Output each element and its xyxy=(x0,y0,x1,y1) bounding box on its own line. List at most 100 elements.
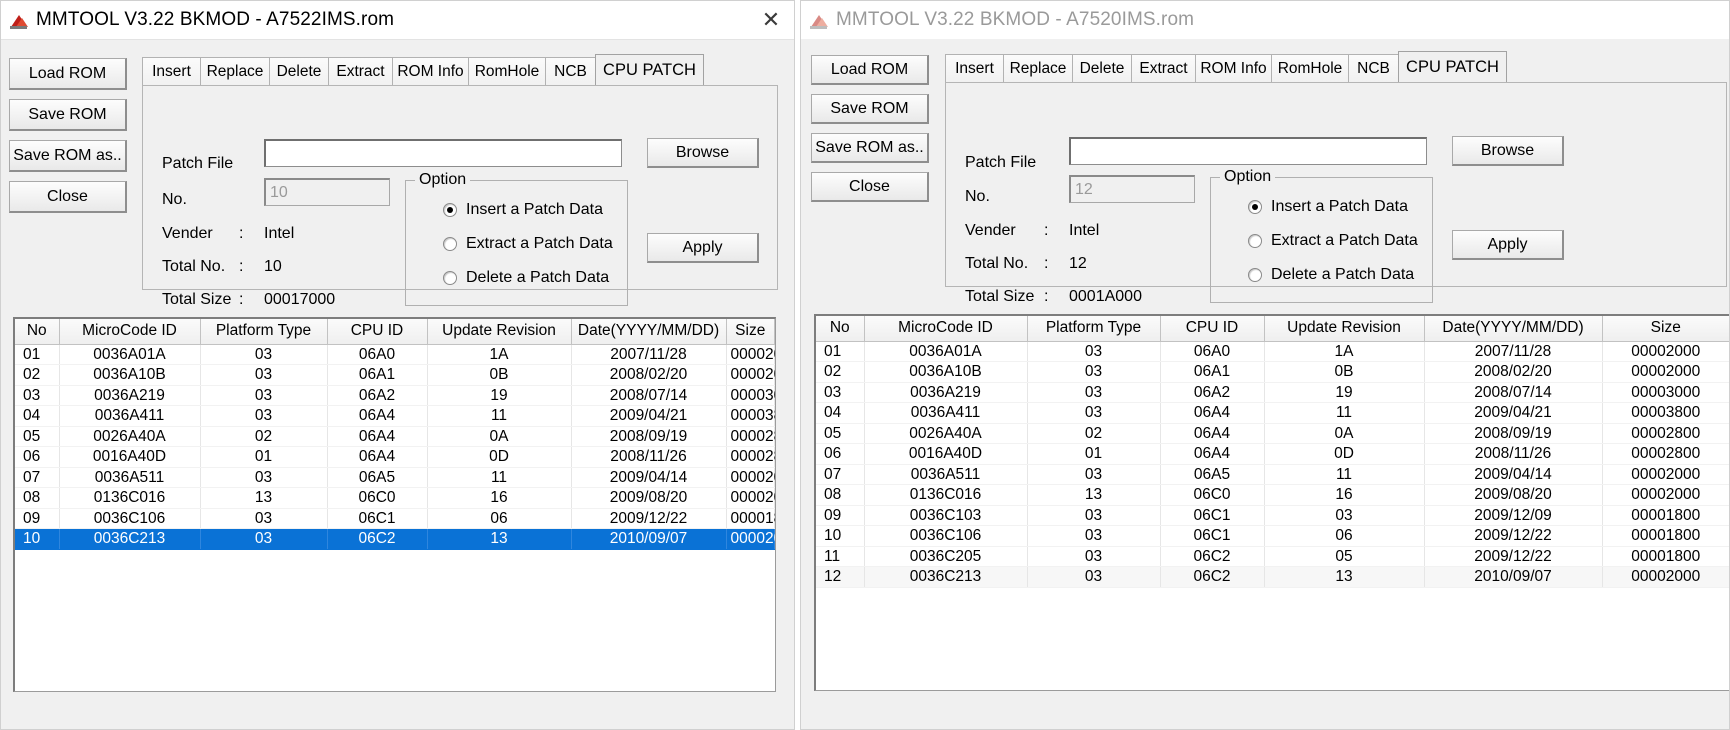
table-row[interactable]: 020036A10B0306A10B2008/02/2000002000 xyxy=(15,364,775,386)
patch-file-input-right[interactable] xyxy=(1069,137,1427,165)
tab-extract-right[interactable]: Extract xyxy=(1131,54,1196,82)
radio-insert-patch-data[interactable]: Insert a Patch Data xyxy=(443,201,603,219)
cell-platform-type: 03 xyxy=(1027,546,1161,567)
table-row[interactable]: 050026A40A0206A40A2008/09/1900002800 xyxy=(15,426,775,447)
table-row[interactable]: 010036A01A0306A01A2007/11/2800002000 xyxy=(15,344,775,365)
save-rom-button[interactable]: Save ROM xyxy=(9,99,127,131)
column-header-microcode-id[interactable]: MicroCode ID xyxy=(864,316,1028,342)
tab-cpu-patch-right[interactable]: CPU PATCH xyxy=(1398,51,1507,82)
cell-size: 00002800 xyxy=(726,426,775,447)
apply-button[interactable]: Apply xyxy=(647,233,759,263)
column-header-size[interactable]: Size xyxy=(1602,316,1729,342)
client-area-right: Load ROM Save ROM Save ROM as.. Close In… xyxy=(801,39,1729,729)
table-row[interactable]: 080136C0161306C0162009/08/2000002000 xyxy=(816,484,1729,506)
table-row[interactable]: 040036A4110306A4112009/04/2100003800 xyxy=(15,405,775,427)
cell-size: 00001800 xyxy=(1602,505,1729,526)
table-row[interactable]: 030036A2190306A2192008/07/1400003000 xyxy=(15,385,775,406)
cell-update-revision: 0B xyxy=(1264,361,1425,383)
microcode-table-right[interactable]: No MicroCode ID Platform Type CPU ID Update … xyxy=(814,314,1729,691)
cell-microcode-id: 0036C213 xyxy=(59,528,201,550)
column-header-platform-type[interactable]: Platform Type xyxy=(200,319,328,345)
table-row[interactable]: 030036A2190306A2192008/07/1400003000 xyxy=(816,382,1729,403)
table-row[interactable]: 09 0036C103 03 06C1 03 2009/12/09 00001800 xyxy=(816,505,1729,526)
browse-button[interactable]: Browse xyxy=(647,138,759,168)
cell-platform-type: 02 xyxy=(1027,423,1161,444)
cell-date-yyyy-mm-dd: 2009/08/20 xyxy=(571,487,727,509)
table-row[interactable]: 060016A40D0106A40D2008/11/2600002800 xyxy=(15,446,775,468)
column-header-no[interactable]: No xyxy=(15,319,60,345)
save-rom-as-button[interactable]: Save ROM as.. xyxy=(9,140,127,172)
browse-button-right[interactable]: Browse xyxy=(1452,136,1564,166)
tab-insert-right[interactable]: Insert xyxy=(945,54,1004,82)
tab-replace[interactable]: Replace xyxy=(200,57,270,85)
radio-insert-patch-data-right[interactable]: Insert a Patch Data xyxy=(1248,198,1408,216)
table-row[interactable]: 10 0036C106 03 06C1 06 2009/12/22 00001800 xyxy=(816,525,1729,547)
tab-ncb[interactable]: NCB xyxy=(545,57,596,85)
table-row[interactable]: 060016A40D0106A40D2008/11/2600002800 xyxy=(816,443,1729,465)
tab-insert[interactable]: Insert xyxy=(142,57,201,85)
no-input-right[interactable] xyxy=(1069,175,1195,203)
vender-label-right: Vender xyxy=(965,222,1016,239)
total-size-label: Total Size xyxy=(162,291,232,308)
cell-platform-type: 03 xyxy=(1027,464,1161,485)
tab-replace-right[interactable]: Replace xyxy=(1003,54,1073,82)
table-row[interactable]: 050026A40A0206A40A2008/09/1900002800 xyxy=(816,423,1729,444)
cell-size: 00002000 xyxy=(1602,566,1729,588)
radio-extract-patch-data-right[interactable]: Extract a Patch Data xyxy=(1248,232,1418,250)
table-row[interactable]: 020036A10B0306A10B2008/02/2000002000 xyxy=(816,361,1729,383)
load-rom-button-right[interactable]: Load ROM xyxy=(811,55,929,85)
table-row[interactable]: 11 0036C205 03 06C2 05 2009/12/22 00001800 xyxy=(816,546,1729,567)
table-row[interactable]: 100036C2130306C2132010/09/0700002000 xyxy=(15,528,775,550)
table-row[interactable]: 080136C0161306C0162009/08/2000002000 xyxy=(15,487,775,509)
table-row[interactable]: 040036A4110306A4112009/04/2100003800 xyxy=(816,402,1729,424)
close-icon[interactable]: ✕ xyxy=(748,1,794,39)
cell-date-yyyy-mm-dd: 2010/09/07 xyxy=(1424,566,1603,588)
total-size-value: 00017000 xyxy=(264,291,336,308)
column-header-size[interactable]: Size xyxy=(726,319,775,345)
tab-romhole[interactable]: RomHole xyxy=(468,57,546,85)
microcode-table-left[interactable]: No MicroCode ID Platform Type CPU ID Update … xyxy=(13,317,776,692)
patch-file-input[interactable] xyxy=(264,139,622,167)
radio-extract-patch-data[interactable]: Extract a Patch Data xyxy=(443,235,613,253)
column-header-date-yyyy-mm-dd[interactable]: Date(YYYY/MM/DD) xyxy=(571,319,727,345)
load-rom-button[interactable]: Load ROM xyxy=(9,58,127,90)
close-button-right[interactable]: Close xyxy=(811,172,929,202)
no-input[interactable] xyxy=(264,178,390,206)
cell-date-yyyy-mm-dd: 2008/11/26 xyxy=(1424,443,1603,465)
cell-update-revision: 03 xyxy=(1264,505,1425,526)
column-header-cpu-id[interactable]: CPU ID xyxy=(327,319,428,345)
tab-cpu-patch[interactable]: CPU PATCH xyxy=(595,54,704,85)
column-header-platform-type[interactable]: Platform Type xyxy=(1027,316,1161,342)
option-group-right: Option Insert a Patch Data Extract a Pat… xyxy=(1210,168,1433,303)
table-row[interactable]: 070036A5110306A5112009/04/1400002000 xyxy=(15,467,775,488)
radio-delete-patch-data-right[interactable]: Delete a Patch Data xyxy=(1248,266,1414,284)
tab-extract[interactable]: Extract xyxy=(328,57,393,85)
table-row[interactable]: 070036A5110306A5112009/04/1400002000 xyxy=(816,464,1729,485)
table-row[interactable]: 12 0036C213 03 06C2 13 2010/09/07 00002000 xyxy=(816,566,1729,588)
tab-rom-info-right[interactable]: ROM Info xyxy=(1195,54,1272,82)
column-header-date-yyyy-mm-dd[interactable]: Date(YYYY/MM/DD) xyxy=(1424,316,1603,342)
tab-delete[interactable]: Delete xyxy=(269,57,329,85)
column-header-cpu-id[interactable]: CPU ID xyxy=(1160,316,1265,342)
column-header-microcode-id[interactable]: MicroCode ID xyxy=(59,319,201,345)
cell-date-yyyy-mm-dd: 2009/12/09 xyxy=(1424,505,1603,526)
radio-delete-patch-data[interactable]: Delete a Patch Data xyxy=(443,269,609,287)
table-row[interactable]: 090036C1060306C1062009/12/2200001800 xyxy=(15,508,775,529)
total-size-separator: : xyxy=(239,291,244,308)
tab-delete-right[interactable]: Delete xyxy=(1072,54,1132,82)
vender-value: Intel xyxy=(264,225,295,242)
column-header-update-revision[interactable]: Update Revision xyxy=(1264,316,1425,342)
table-row[interactable]: 010036A01A0306A01A2007/11/2800002000 xyxy=(816,341,1729,362)
apply-button-right[interactable]: Apply xyxy=(1452,230,1564,260)
column-header-update-revision[interactable]: Update Revision xyxy=(427,319,572,345)
save-rom-button-right[interactable]: Save ROM xyxy=(811,94,929,124)
close-button[interactable]: Close xyxy=(9,181,127,213)
cell-platform-type: 02 xyxy=(200,426,328,447)
cell-date-yyyy-mm-dd: 2008/09/19 xyxy=(1424,423,1603,444)
cell-cpu-id: 06A4 xyxy=(1160,423,1265,444)
tab-romhole-right[interactable]: RomHole xyxy=(1271,54,1349,82)
tab-ncb-right[interactable]: NCB xyxy=(1348,54,1399,82)
column-header-no[interactable]: No xyxy=(816,316,865,342)
save-rom-as-button-right[interactable]: Save ROM as.. xyxy=(811,133,929,163)
tab-rom-info[interactable]: ROM Info xyxy=(392,57,469,85)
